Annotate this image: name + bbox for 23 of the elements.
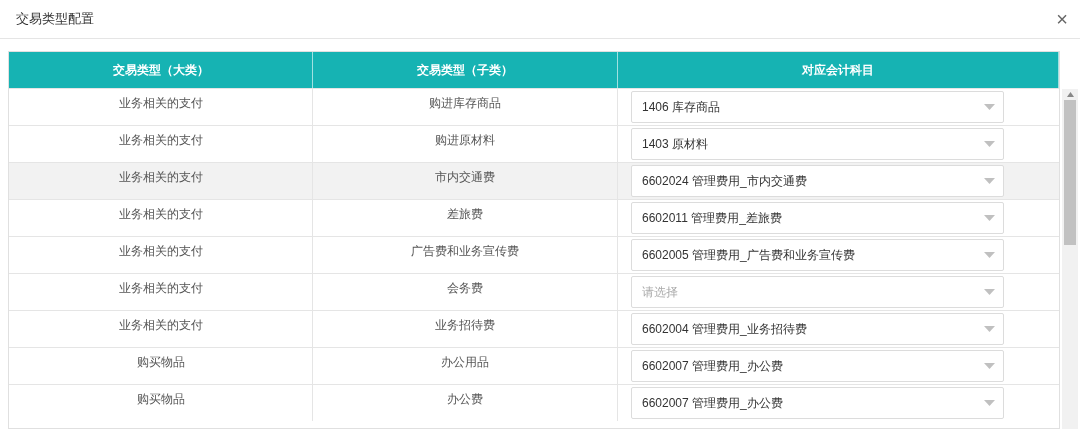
- account-select[interactable]: 6602007 管理费用_办公费: [631, 350, 1004, 382]
- caret-icon: [984, 252, 995, 258]
- caret-icon: [984, 400, 995, 406]
- table-cell: 购买物品: [9, 385, 313, 421]
- account-select[interactable]: 1403 原材料: [631, 128, 1004, 160]
- scroll-up-icon[interactable]: [1066, 92, 1074, 97]
- close-button[interactable]: ×: [1056, 9, 1068, 29]
- caret-icon: [984, 289, 995, 295]
- caret-icon: [984, 215, 995, 221]
- caret-icon: [984, 363, 995, 369]
- caret-icon: [984, 326, 995, 332]
- scrollbar[interactable]: [1062, 89, 1078, 429]
- account-select[interactable]: 6602007 管理费用_办公费: [631, 387, 1004, 419]
- account-select[interactable]: 1406 库存商品: [631, 91, 1004, 123]
- account-select[interactable]: 6602011 管理费用_差旅费: [631, 202, 1004, 234]
- table-cell: 办公费: [313, 385, 618, 421]
- dialog-title: 交易类型配置: [16, 10, 94, 29]
- caret-icon: [984, 178, 995, 184]
- account-select[interactable]: 6602024 管理费用_市内交通费: [631, 165, 1004, 197]
- caret-icon: [984, 104, 995, 110]
- account-select[interactable]: 6602005 管理费用_广告费和业务宣传费: [631, 239, 1004, 271]
- caret-icon: [984, 141, 995, 147]
- account-select[interactable]: 6602004 管理费用_业务招待费: [631, 313, 1004, 345]
